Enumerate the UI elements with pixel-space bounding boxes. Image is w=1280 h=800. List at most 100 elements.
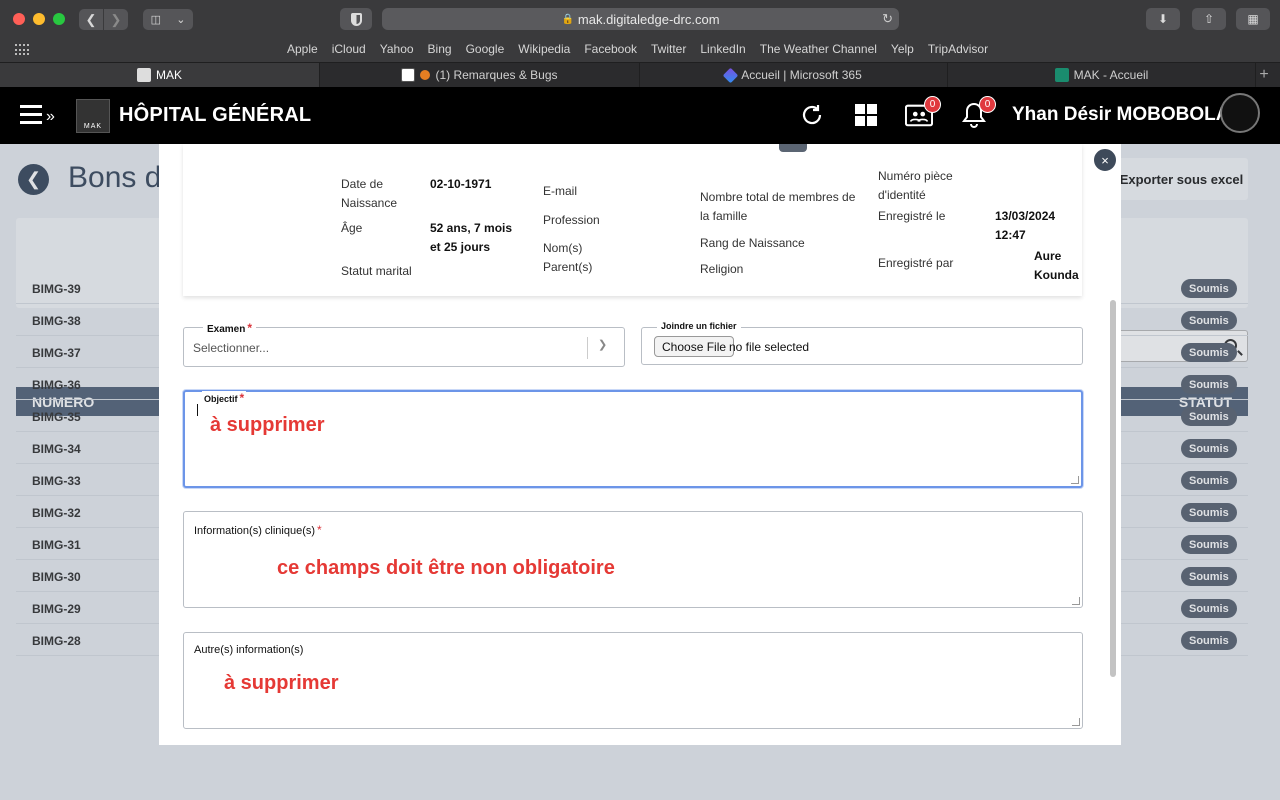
tab-label: MAK: [155, 68, 182, 82]
dob-value: 02-10-1971: [430, 177, 492, 191]
objectif-label: Objectif *: [202, 391, 247, 405]
patients-badge: 0: [924, 96, 941, 113]
required-marker: *: [247, 321, 253, 335]
religion-label: Religion: [700, 262, 744, 276]
menu-toggle-button[interactable]: »: [20, 105, 60, 127]
notion-icon: [401, 68, 416, 82]
bookmark-facebook[interactable]: Facebook: [577, 42, 644, 56]
tab-label: MAK - Accueil: [1073, 68, 1149, 82]
text-caret: [197, 404, 198, 416]
bookmark-linkedin[interactable]: LinkedIn: [693, 42, 752, 56]
clinical-annotation: ce champs doit être non obligatoire: [277, 557, 615, 579]
grid-icon: [855, 104, 877, 126]
tab-label: (1) Remarques & Bugs: [435, 68, 558, 82]
registered-by-label: Enregistré par: [878, 256, 954, 270]
back-button[interactable]: ❮: [79, 9, 103, 30]
bookmarks-bar: Apple iCloud Yahoo Bing Google Wikipedia…: [0, 38, 1280, 62]
shield-icon: [350, 12, 362, 26]
tab-grid-icon: ▦: [1247, 12, 1259, 26]
resize-handle[interactable]: [1071, 476, 1079, 484]
refresh-icon: [802, 105, 822, 125]
examen-placeholder: Selectionner...: [193, 341, 270, 355]
patient-info-card: Date de Naissance 02-10-1971 Âge 52 ans,…: [183, 144, 1082, 296]
minimize-window-button[interactable]: [33, 13, 45, 25]
bookmark-wikipedia[interactable]: Wikipedia: [511, 42, 577, 56]
hospital-logo: MAK: [76, 99, 110, 133]
choose-file-button[interactable]: Choose File: [654, 336, 735, 357]
file-status: no file selected: [729, 340, 810, 354]
apps-grid-icon[interactable]: [15, 44, 29, 56]
share-button[interactable]: ⇧: [1192, 8, 1226, 30]
family-label: Nombre total de membres de la famille: [700, 190, 856, 223]
chevron-right-icon: ❯: [110, 11, 122, 27]
fullscreen-window-button[interactable]: [53, 13, 65, 25]
mak-favicon-icon: [136, 68, 151, 82]
patients-button[interactable]: 0: [905, 96, 941, 129]
clinical-info-label: Information(s) clinique(s) *: [194, 523, 322, 537]
id-label: Numéro pièce d'identité: [878, 169, 953, 202]
chevron-left-icon: ❮: [85, 11, 97, 27]
bug-icon: [420, 70, 431, 80]
bookmark-bing[interactable]: Bing: [421, 42, 459, 56]
bookmark-twitter[interactable]: Twitter: [644, 42, 693, 56]
tab-indicator: [779, 144, 807, 152]
other-annotation: à supprimer: [224, 672, 339, 694]
clinical-info-textarea[interactable]: Information(s) clinique(s) * ce champs do…: [183, 511, 1083, 608]
bookmark-google[interactable]: Google: [459, 42, 512, 56]
examen-label: Examen: [207, 324, 246, 335]
resize-handle[interactable]: [1072, 718, 1080, 726]
forward-button[interactable]: ❯: [104, 9, 128, 30]
bookmark-weather-channel[interactable]: The Weather Channel: [753, 42, 884, 56]
select-separator: [587, 337, 588, 359]
tab-mak[interactable]: MAK: [0, 63, 320, 87]
other-info-textarea[interactable]: Autre(s) information(s) à supprimer: [183, 632, 1083, 729]
age-value: 52 ans, 7 mois et 25 jours: [430, 221, 513, 254]
bookmark-apple[interactable]: Apple: [280, 42, 325, 56]
notifications-badge: 0: [979, 96, 996, 113]
profession-label: Profession: [543, 213, 600, 227]
bookmark-yelp[interactable]: Yelp: [884, 42, 921, 56]
examen-select[interactable]: Examen * Selectionner... ❯: [183, 321, 625, 367]
hamburger-icon: [20, 105, 42, 108]
download-icon: ⬇: [1157, 12, 1169, 26]
tab-remarques-bugs[interactable]: (1) Remarques & Bugs: [320, 63, 640, 87]
close-window-button[interactable]: [13, 13, 25, 25]
microsoft-365-icon: [722, 67, 739, 83]
address-bar[interactable]: 🔒 mak.digitaledge-drc.com ↻: [382, 8, 899, 30]
objectif-label-text: Objectif: [204, 394, 238, 404]
notifications-button[interactable]: 0: [960, 96, 996, 129]
modal-scrollbar[interactable]: [1110, 300, 1116, 677]
lock-icon: 🔒: [561, 13, 574, 25]
close-icon: ×: [1101, 152, 1109, 168]
share-icon: ⇧: [1203, 12, 1215, 26]
sharepoint-icon: [1054, 68, 1069, 82]
tab-microsoft-365[interactable]: Accueil | Microsoft 365: [640, 63, 948, 87]
refresh-button[interactable]: [798, 101, 826, 129]
bookmark-tripadvisor[interactable]: TripAdvisor: [921, 42, 995, 56]
app-header: » MAK HÔPITAL GÉNÉRAL 0 0 Yhan Désir MOB…: [0, 87, 1280, 144]
modal-close-button[interactable]: ×: [1093, 148, 1117, 172]
attachment-field: Joindre un fichier Choose File no file s…: [641, 321, 1083, 365]
user-avatar[interactable]: [1220, 93, 1260, 133]
privacy-report-button[interactable]: [340, 8, 372, 30]
registered-by-value: Aure Kounda: [1034, 249, 1079, 282]
dashboard-grid-button[interactable]: [852, 101, 880, 129]
objectif-textarea[interactable]: Objectif * à supprimer: [183, 390, 1083, 488]
tab-mak-accueil[interactable]: MAK - Accueil: [948, 63, 1256, 87]
reload-icon[interactable]: ↻: [882, 11, 893, 27]
required-marker: *: [317, 523, 322, 537]
objectif-annotation: à supprimer: [210, 414, 325, 436]
double-chevron-icon: »: [46, 108, 55, 125]
marital-label: Statut marital: [341, 264, 412, 278]
tab-overview-button[interactable]: ▦: [1236, 8, 1270, 30]
chevron-down-icon[interactable]: ❯: [598, 338, 607, 351]
sidebar-toggle-button[interactable]: ◫ ⌄: [143, 9, 193, 30]
resize-handle[interactable]: [1072, 597, 1080, 605]
other-info-label: Autre(s) information(s): [194, 644, 304, 656]
bookmark-icloud[interactable]: iCloud: [325, 42, 373, 56]
bookmark-yahoo[interactable]: Yahoo: [373, 42, 421, 56]
downloads-button[interactable]: ⬇: [1146, 8, 1180, 30]
user-name[interactable]: Yhan Désir MOBOBOLA: [1012, 104, 1229, 126]
new-tab-button[interactable]: +: [1252, 63, 1276, 87]
browser-titlebar: ❮ ❯ ◫ ⌄ 🔒 mak.digitaledge-drc.com ↻ ⬇ ⇧ …: [0, 0, 1280, 38]
